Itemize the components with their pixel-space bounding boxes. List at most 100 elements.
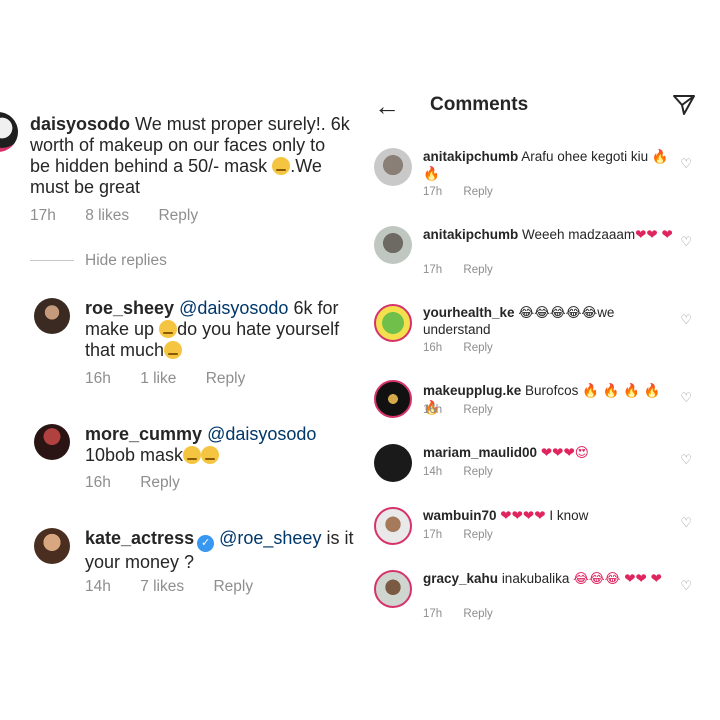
mention-link[interactable]: @daisyosodo [207, 424, 316, 444]
arrow-left-icon[interactable]: ← [374, 92, 400, 120]
left-panel: daisyosodo We must proper surely!. 6k wo… [0, 0, 360, 720]
comments-header: ← Comments [360, 88, 720, 126]
heart-outline-icon[interactable]: ♡ [680, 390, 692, 406]
reply-button[interactable]: Reply [206, 370, 246, 387]
laughing-emoji-icon: 😂😂😂😂😂 [518, 305, 598, 320]
reply-text-a: 10bob mask [85, 445, 184, 465]
comment-body: Burofcos [525, 383, 579, 398]
main-comment-meta: 17h 8 likes Reply [30, 207, 223, 225]
reply-button[interactable]: Reply [213, 578, 253, 595]
comment-username[interactable]: anitakipchumb [423, 149, 518, 164]
reply-kate-actress: kate_actress ✓ @roe_sheey is it your mone… [85, 528, 355, 573]
reply-username[interactable]: kate_actress [85, 528, 194, 548]
crying-emoji-icon [164, 341, 183, 359]
reply-likes[interactable]: 1 like [140, 370, 176, 387]
heart-outline-icon[interactable]: ♡ [680, 515, 692, 531]
heart-outline-icon[interactable]: ♡ [680, 312, 692, 328]
reply-roe-sheey: roe_sheey @daisyosodo 6k for make up do … [85, 298, 355, 361]
comment-text: yourhealth_ke 😂😂😂😂😂we understand [423, 304, 673, 338]
reply-button[interactable]: Reply [463, 342, 492, 354]
comment-username[interactable]: anitakipchumb [423, 227, 518, 242]
reply-time: 16h [85, 370, 111, 387]
comment-text: wambuin70 ❤❤❤❤ I know [423, 507, 673, 524]
comment-body: I know [549, 508, 589, 523]
reply-likes[interactable]: 7 likes [140, 578, 184, 595]
heart-emoji-icon: ❤❤❤😍 [540, 445, 589, 460]
comment-meta: 17h Reply [423, 529, 511, 541]
comment-meta: 16h Reply [423, 342, 511, 354]
avatar-anitakipchumb[interactable] [374, 148, 412, 186]
comment-text: anitakipchumb Weeeh madzaaam❤❤ ❤ [423, 226, 673, 243]
heart-outline-icon[interactable]: ♡ [680, 156, 692, 172]
comment-time: 17h [423, 608, 443, 620]
comment-text: gracy_kahu inakubalika 😂😂😂 ❤❤ ❤ [423, 570, 673, 587]
reply-button[interactable]: Reply [463, 466, 492, 478]
comment-text: anitakipchumb Arafu ohee kegoti kiu 🔥 🔥 [423, 148, 673, 182]
reply-button[interactable]: Reply [463, 529, 492, 541]
comment-time: 16h [423, 342, 443, 354]
paper-plane-icon[interactable] [672, 93, 696, 117]
comment-time: 17h [423, 529, 443, 541]
comment-body: inakubalika [501, 571, 570, 586]
comment-time: 14h [423, 466, 443, 478]
heart-outline-icon[interactable]: ♡ [680, 578, 692, 594]
comment-body: Weeeh madzaaam [522, 227, 636, 242]
avatar-more-cummy[interactable] [34, 424, 70, 460]
comment-body: Arafu ohee kegoti kiu [521, 149, 649, 164]
heart-emoji-icon: ❤❤ ❤ [635, 227, 673, 242]
page-title: Comments [430, 94, 529, 115]
avatar-yourhealth-ke[interactable] [374, 304, 412, 342]
comment-time: 17h [423, 186, 443, 198]
reply-button[interactable]: Reply [140, 474, 180, 491]
mention-link[interactable]: @roe_sheey [219, 528, 321, 548]
comment-time: 16h [423, 404, 443, 416]
reply-button[interactable]: Reply [158, 207, 198, 224]
reply-time: 16h [85, 474, 111, 491]
reply-more-cummy: more_cummy @daisyosodo 10bob mask [85, 424, 355, 466]
reply-button[interactable]: Reply [463, 186, 492, 198]
avatar-wambuin70[interactable] [374, 507, 412, 545]
comment-username[interactable]: mariam_maulid00 [423, 445, 537, 460]
comment-time: 17h [423, 264, 443, 276]
comment-text: mariam_maulid00 ❤❤❤😍 [423, 444, 673, 461]
reply-username[interactable]: more_cummy [85, 424, 202, 444]
right-panel: ← Comments anitakipchumb Arafu ohee kego… [360, 0, 720, 720]
comment-meta: 17h Reply [423, 264, 511, 276]
main-comment: daisyosodo We must proper surely!. 6k wo… [30, 114, 350, 198]
avatar-gracy-kahu[interactable] [374, 570, 412, 608]
mention-link[interactable]: @daisyosodo [179, 298, 288, 318]
comment-username[interactable]: makeupplug.ke [423, 383, 521, 398]
reply-time: 14h [85, 578, 111, 595]
comment-time: 17h [30, 207, 56, 224]
verified-badge-icon: ✓ [197, 535, 215, 552]
reply-button[interactable]: Reply [463, 608, 492, 620]
comment-meta: 14h Reply [423, 466, 511, 478]
avatar-anitakipchumb[interactable] [374, 226, 412, 264]
reply-username[interactable]: roe_sheey [85, 298, 174, 318]
crying-emoji-icon [159, 320, 178, 338]
comment-username[interactable]: yourhealth_ke [423, 305, 515, 320]
sweat-smile-emoji-icon [201, 446, 220, 464]
reply-meta: 14h 7 likes Reply [85, 578, 278, 596]
avatar-mariam-maulid00[interactable] [374, 444, 412, 482]
heart-outline-icon[interactable]: ♡ [680, 234, 692, 250]
heart-emoji-icon: ❤❤❤❤ [500, 508, 546, 523]
reply-meta: 16h 1 like Reply [85, 370, 270, 388]
comment-meta: 17h Reply [423, 608, 511, 620]
avatar-makeupplug-ke[interactable] [374, 380, 412, 418]
comment-username[interactable]: daisyosodo [30, 114, 130, 134]
eye-roll-emoji-icon [272, 157, 291, 175]
avatar-daisyosodo[interactable] [0, 112, 18, 152]
reply-button[interactable]: Reply [463, 404, 492, 416]
comment-username[interactable]: wambuin70 [423, 508, 497, 523]
avatar-kate-actress[interactable] [34, 528, 70, 564]
comment-likes[interactable]: 8 likes [85, 207, 129, 224]
comment-username[interactable]: gracy_kahu [423, 571, 498, 586]
heart-outline-icon[interactable]: ♡ [680, 452, 692, 468]
eye-roll-emoji-icon [183, 446, 202, 464]
avatar-roe-sheey[interactable] [34, 298, 70, 334]
laughing-heart-emoji-icon: 😂😂😂 ❤❤ ❤ [573, 571, 662, 586]
reply-button[interactable]: Reply [463, 264, 492, 276]
reply-meta: 16h Reply [85, 474, 205, 492]
hide-replies-button[interactable]: Hide replies [85, 252, 167, 270]
